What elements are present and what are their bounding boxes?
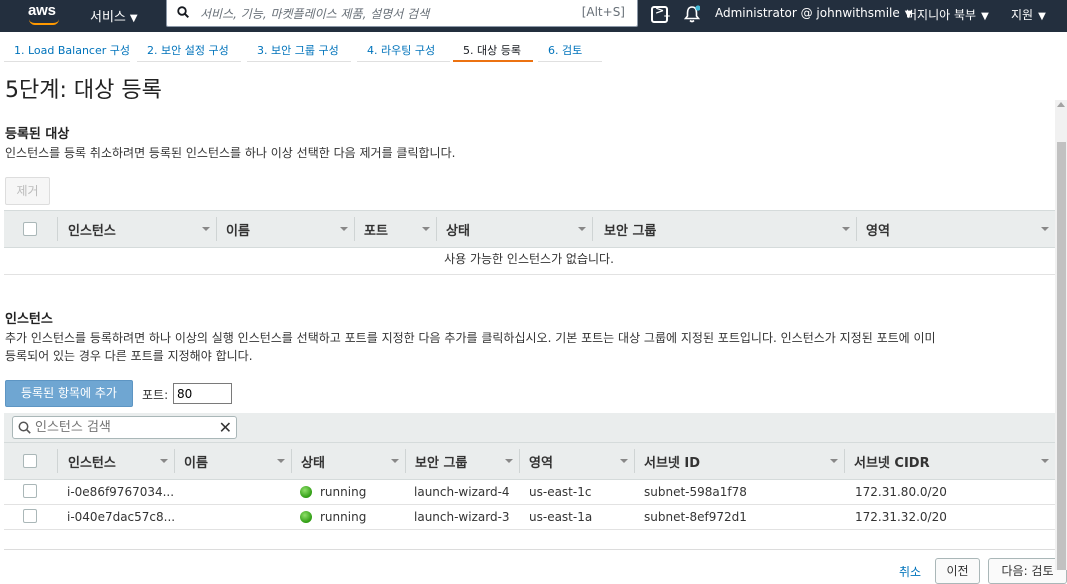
top-navigation: aws 서비스 ▼ 서비스, 기능, 마켓플레이스 제품, 설명서 검색 [Alt… bbox=[0, 0, 1067, 32]
empty-message: 사용 가능한 인스턴스가 없습니다. bbox=[444, 252, 614, 266]
column-subnet-id[interactable]: 서브넷 ID bbox=[634, 443, 844, 479]
step-load-balancer[interactable]: 1. Load Balancer 구성 bbox=[4, 38, 130, 62]
search-icon bbox=[177, 6, 189, 18]
running-status-icon bbox=[300, 511, 312, 523]
instance-subnet-id: subnet-598a1f78 bbox=[644, 485, 747, 499]
instance-security-group: launch-wizard-4 bbox=[414, 485, 510, 499]
divider bbox=[4, 274, 1055, 275]
instance-zone: us-east-1a bbox=[529, 510, 593, 524]
search-icon bbox=[18, 421, 31, 434]
aws-logo[interactable]: aws bbox=[28, 2, 59, 25]
sort-arrow-icon bbox=[340, 227, 348, 231]
instance-state: running bbox=[300, 505, 366, 530]
clear-search-icon[interactable]: ✕ bbox=[219, 419, 232, 437]
running-status-icon bbox=[300, 486, 312, 498]
instance-subnet-id: subnet-8ef972d1 bbox=[644, 510, 747, 524]
registered-targets-description: 인스턴스를 등록 취소하려면 등록된 인스턴스를 하나 이상 선택한 다음 제거… bbox=[5, 146, 456, 160]
global-search[interactable]: 서비스, 기능, 마켓플레이스 제품, 설명서 검색 [Alt+S] bbox=[166, 0, 638, 27]
column-zone[interactable]: 영역 bbox=[519, 443, 634, 479]
sort-arrow-icon bbox=[842, 227, 850, 231]
row-checkbox[interactable] bbox=[23, 484, 37, 498]
bell-icon[interactable] bbox=[684, 5, 700, 23]
cancel-link[interactable]: 취소 bbox=[899, 563, 921, 580]
search-shortcut: [Alt+S] bbox=[581, 5, 625, 19]
column-instance[interactable]: 인스턴스 bbox=[58, 443, 174, 479]
registered-table-header: 인스턴스 이름 포트 상태 보안 그룹 영역 bbox=[4, 210, 1055, 248]
page-title: 5단계: 대상 등록 bbox=[5, 78, 162, 103]
sort-arrow-icon bbox=[422, 227, 430, 231]
caret-down-icon: ▼ bbox=[129, 13, 138, 24]
port-input[interactable] bbox=[173, 383, 232, 404]
remove-button[interactable]: 제거 bbox=[5, 177, 50, 205]
table-row[interactable]: i-040e7dac57c8... running launch-wizard-… bbox=[4, 505, 1055, 530]
column-security-group[interactable]: 보안 그룹 bbox=[594, 211, 856, 247]
instance-state: running bbox=[300, 480, 366, 505]
search-placeholder: 서비스, 기능, 마켓플레이스 제품, 설명서 검색 bbox=[200, 7, 430, 21]
column-name[interactable]: 이름 bbox=[174, 443, 291, 479]
step-security-group[interactable]: 3. 보안 그룹 구성 bbox=[247, 38, 351, 62]
registered-targets-heading: 등록된 대상 bbox=[5, 127, 70, 142]
column-zone[interactable]: 영역 bbox=[856, 211, 1055, 247]
services-label: 서비스 bbox=[90, 10, 126, 25]
instance-subnet-cidr: 172.31.32.0/20 bbox=[855, 510, 947, 524]
instance-security-group: launch-wizard-3 bbox=[414, 510, 510, 524]
scrollbar-thumb[interactable] bbox=[1057, 142, 1066, 570]
step-review[interactable]: 6. 검토 bbox=[538, 38, 602, 62]
column-name[interactable]: 이름 bbox=[216, 211, 354, 247]
caret-down-icon: ▼ bbox=[981, 11, 989, 22]
column-port[interactable]: 포트 bbox=[354, 211, 436, 247]
instance-search[interactable]: ✕ bbox=[12, 416, 237, 439]
instances-description-line2: 등록되어 있는 경우 다른 포트를 지정해야 합니다. bbox=[5, 349, 253, 363]
aws-logo-text: aws bbox=[28, 2, 56, 19]
vertical-scrollbar[interactable] bbox=[1055, 100, 1067, 570]
add-to-registered-button[interactable]: 등록된 항목에 추가 bbox=[5, 380, 133, 407]
instance-id: i-0e86f9767034... bbox=[67, 485, 175, 499]
account-menu[interactable]: Administrator @ johnwithsmile ▼ bbox=[715, 6, 912, 20]
region-menu[interactable]: 버지니아 북부 ▼ bbox=[906, 6, 989, 23]
aws-smile-icon bbox=[29, 19, 59, 25]
caret-down-icon: ▼ bbox=[1038, 11, 1046, 22]
column-state[interactable]: 상태 bbox=[291, 443, 405, 479]
scroll-up-arrow-icon[interactable] bbox=[1057, 102, 1065, 107]
instance-subnet-cidr: 172.31.80.0/20 bbox=[855, 485, 947, 499]
account-label: Administrator @ johnwithsmile bbox=[715, 6, 900, 20]
sort-arrow-icon bbox=[1041, 227, 1049, 231]
port-label: 포트: bbox=[142, 388, 169, 402]
select-all-checkbox[interactable] bbox=[23, 222, 37, 236]
services-menu[interactable]: 서비스 ▼ bbox=[90, 6, 138, 25]
previous-button[interactable]: 이전 bbox=[935, 558, 980, 584]
sort-arrow-icon bbox=[620, 459, 628, 463]
step-routing[interactable]: 4. 라우팅 구성 bbox=[357, 38, 450, 62]
instance-search-input[interactable] bbox=[35, 418, 215, 437]
sort-arrow-icon bbox=[277, 459, 285, 463]
instances-heading: 인스턴스 bbox=[5, 312, 53, 327]
step-register-targets[interactable]: 5. 대상 등록 bbox=[453, 38, 533, 62]
row-checkbox[interactable] bbox=[23, 509, 37, 523]
select-all-instances-checkbox[interactable] bbox=[23, 454, 37, 468]
sort-arrow-icon bbox=[391, 459, 399, 463]
support-menu[interactable]: 지원 ▼ bbox=[1011, 6, 1046, 23]
sort-arrow-icon bbox=[160, 459, 168, 463]
sort-arrow-icon bbox=[1041, 459, 1049, 463]
support-label: 지원 bbox=[1011, 8, 1034, 22]
step-security-settings[interactable]: 2. 보안 설정 구성 bbox=[137, 38, 241, 62]
sort-arrow-icon bbox=[202, 227, 210, 231]
footer-divider bbox=[4, 549, 1055, 550]
instance-id: i-040e7dac57c8... bbox=[67, 510, 176, 524]
column-state[interactable]: 상태 bbox=[436, 211, 592, 247]
instance-filter-bar: ✕ bbox=[4, 413, 1055, 442]
sort-arrow-icon bbox=[505, 459, 513, 463]
column-subnet-cidr[interactable]: 서브넷 CIDR bbox=[844, 443, 1055, 479]
column-instance[interactable]: 인스턴스 bbox=[58, 211, 216, 247]
column-security-group[interactable]: 보안 그룹 bbox=[405, 443, 519, 479]
sort-arrow-icon bbox=[578, 227, 586, 231]
table-row[interactable]: i-0e86f9767034... running launch-wizard-… bbox=[4, 480, 1055, 505]
region-label: 버지니아 북부 bbox=[906, 8, 977, 22]
instances-description-line1: 추가 인스턴스를 등록하려면 하나 이상의 실행 인스턴스를 선택하고 포트를 … bbox=[5, 331, 936, 345]
instances-table-header: 인스턴스 이름 상태 보안 그룹 영역 서브넷 ID 서브넷 CIDR bbox=[4, 442, 1055, 480]
cloudshell-icon[interactable]: >_ bbox=[651, 4, 670, 23]
sort-arrow-icon bbox=[830, 459, 838, 463]
instance-zone: us-east-1c bbox=[529, 485, 592, 499]
